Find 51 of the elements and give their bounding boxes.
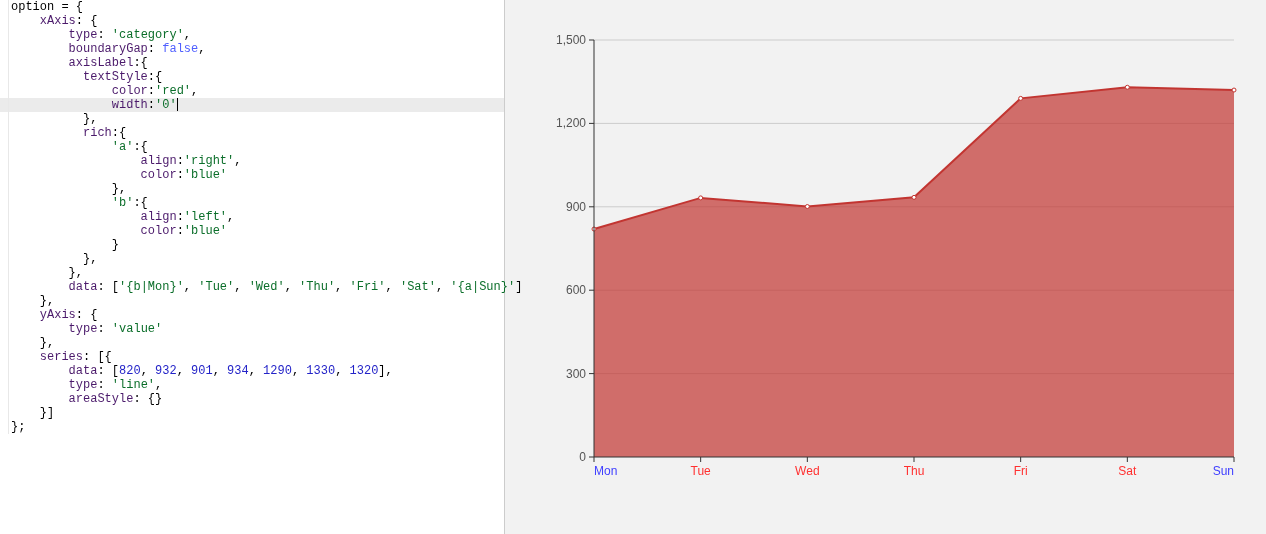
- x-tick-label: Wed: [795, 464, 820, 478]
- code-line: type: 'line',: [67, 378, 163, 392]
- data-point: [1124, 84, 1130, 90]
- y-tick-label: 600: [565, 283, 586, 298]
- y-tick-label: 900: [565, 199, 586, 214]
- code-line: 'b':{: [110, 196, 148, 210]
- y-tick-label: 300: [565, 366, 586, 381]
- code-line: align:'left',: [139, 210, 235, 224]
- code-line: },: [82, 112, 98, 126]
- code-line: },: [67, 266, 83, 280]
- code-line: boundaryGap: false,: [67, 42, 206, 56]
- code-line: textStyle:{: [82, 70, 163, 84]
- data-point: [804, 204, 810, 209]
- code-line: color:'red',: [110, 84, 199, 98]
- code-line: axisLabel:{: [67, 56, 148, 70]
- x-tick-label: Thu: [903, 464, 925, 478]
- data-point: [1231, 87, 1237, 93]
- code-line: },: [82, 252, 98, 266]
- code-line: }: [110, 238, 120, 252]
- code-line: type: 'category',: [67, 28, 192, 42]
- x-tick-label: Fri: [1013, 464, 1028, 478]
- code-line: data: [820, 932, 901, 934, 1290, 1330, 1320],: [67, 364, 393, 378]
- code-line: align:'right',: [139, 154, 242, 168]
- code-line: data: ['{b|Mon}', 'Tue', 'Wed', 'Thu', 'Fri', 'Sat', '{a|Sun}']: [67, 280, 523, 294]
- code-line: color:'blue': [139, 168, 228, 182]
- code-line: areaStyle: {}: [67, 392, 163, 406]
- code-line: rich:{: [82, 126, 127, 140]
- data-point: [591, 226, 597, 232]
- y-tick-label: 1,200: [555, 116, 586, 131]
- x-tick-label: Sat: [1118, 464, 1137, 478]
- x-tick-label: Tue: [690, 464, 711, 478]
- code-line: option = {: [11, 0, 83, 14]
- y-tick-label: 1,500: [555, 33, 586, 47]
- x-tick-label: Sun: [1212, 464, 1234, 478]
- data-point: [1018, 95, 1024, 101]
- code-line: series: [{: [38, 350, 112, 364]
- code-line: 'a':{: [110, 140, 148, 154]
- code-line: width:'0': [110, 98, 178, 112]
- code-line: xAxis: {: [38, 14, 98, 28]
- code-line: };: [11, 420, 26, 434]
- code-line: }]: [38, 406, 55, 420]
- code-line: },: [38, 336, 55, 350]
- code-line: yAxis: {: [38, 308, 98, 322]
- y-tick-label: 0: [579, 450, 586, 464]
- x-tick-label: Mon: [594, 464, 618, 478]
- code-line: type: 'value': [67, 322, 163, 336]
- data-point: [911, 194, 917, 200]
- data-point: [698, 195, 704, 201]
- code-line: },: [110, 182, 127, 196]
- code-line: },: [38, 294, 55, 308]
- code-line: color:'blue': [139, 224, 228, 238]
